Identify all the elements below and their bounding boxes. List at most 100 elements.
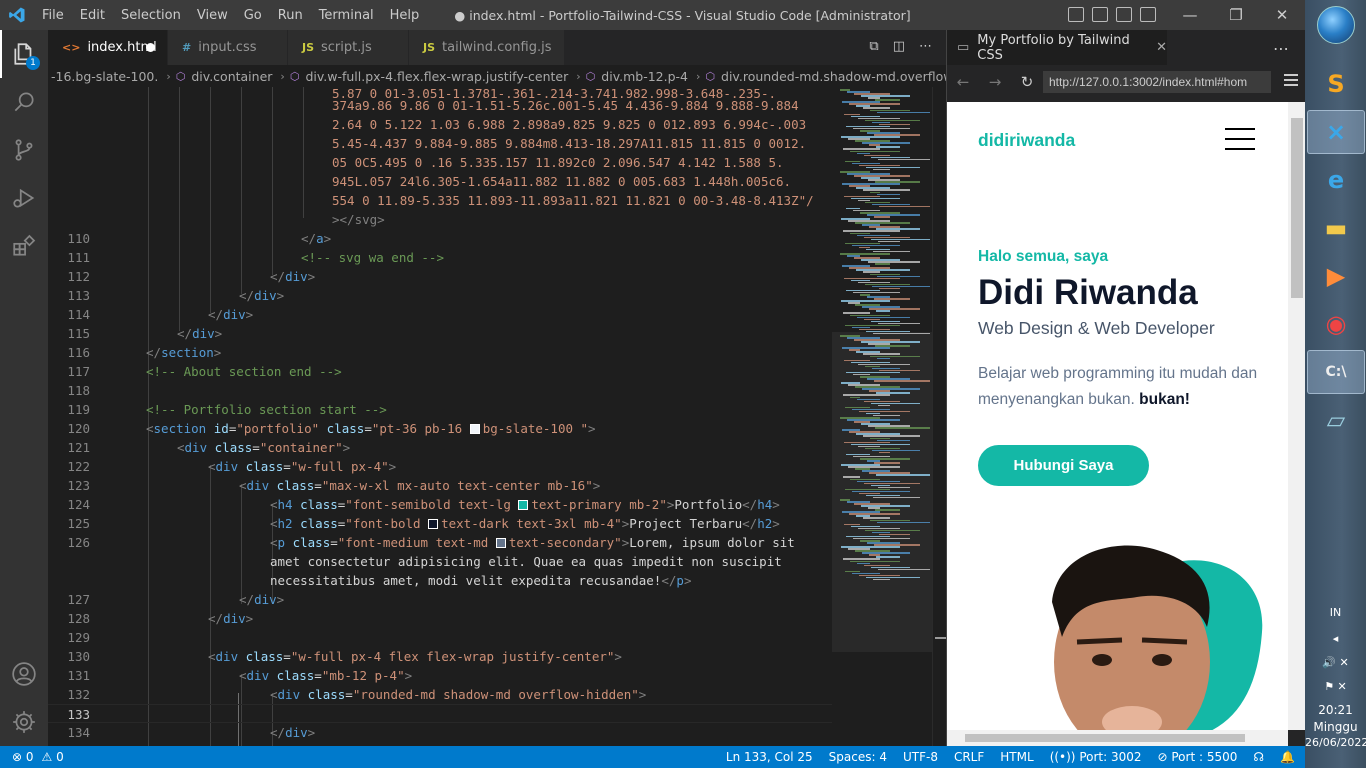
profile-photo (1052, 545, 1263, 730)
contact-button[interactable]: Hubungi Saya (978, 445, 1149, 486)
close-icon[interactable]: ✕ (1156, 40, 1167, 55)
errors-count[interactable]: ⊗ 0 (12, 750, 34, 764)
breadcrumb-item[interactable]: div.w-full.px-4.flex.flex-wrap.justify-c… (302, 69, 571, 84)
breadcrumb-item[interactable]: div.container (188, 69, 275, 84)
breadcrumb-item[interactable]: -16.bg-slate-100. (48, 69, 161, 84)
internet-explorer-icon[interactable]: e (1307, 158, 1365, 202)
port-status[interactable]: ((•)) Port: 3002 (1050, 750, 1142, 764)
code-text: ></svg> (332, 212, 385, 227)
current-line[interactable]: 133 (48, 704, 832, 723)
color-swatch[interactable] (518, 500, 529, 510)
indentation[interactable]: Spaces: 4 (829, 750, 887, 764)
menu-help[interactable]: Help (382, 8, 428, 23)
code-text: amet consectetur adipisicing elit. Quae … (270, 554, 782, 569)
tab-preview[interactable]: ▭ My Portfolio by Tailwind CSS ✕ (947, 30, 1167, 65)
menu-edit[interactable]: Edit (72, 8, 113, 23)
preview-scrollbar[interactable] (1288, 102, 1306, 730)
line-number: 133 (67, 707, 90, 722)
back-arrow-icon[interactable]: ← (947, 73, 979, 91)
volume-icon[interactable]: 🔊 ✕ (1305, 656, 1366, 669)
menu-file[interactable]: File (34, 8, 72, 23)
clock-time[interactable]: 20:21 (1305, 703, 1366, 717)
color-swatch[interactable] (495, 538, 506, 548)
more-actions-icon[interactable]: ⋯ (919, 39, 932, 54)
start-button[interactable] (1317, 6, 1355, 44)
live-server-status[interactable]: ⊘ Port : 5500 (1158, 750, 1238, 764)
refresh-icon[interactable]: ↻ (1011, 73, 1043, 91)
command-prompt-icon[interactable]: C:\ (1307, 350, 1365, 394)
cursor-position[interactable]: Ln 133, Col 25 (726, 750, 813, 764)
breadcrumb-item[interactable]: div.mb-12.p-4 (598, 69, 691, 84)
line-number: 110 (67, 231, 90, 246)
unsaved-dot-icon[interactable] (146, 43, 155, 52)
customize-layout-icon[interactable] (1140, 7, 1156, 22)
vscode-taskbar-icon[interactable]: ⨯ (1307, 110, 1365, 154)
line-number: 134 (67, 725, 90, 740)
run-debug-icon[interactable] (0, 174, 48, 222)
accounts-icon[interactable] (0, 650, 48, 698)
menu-icon[interactable] (1284, 74, 1298, 86)
minimize-button[interactable]: — (1167, 0, 1213, 30)
notes-app-icon[interactable]: ▱ (1307, 398, 1365, 442)
toggle-secondary-sidebar-icon[interactable] (1116, 7, 1132, 22)
hero-role: Web Design & Web Developer (978, 318, 1215, 338)
address-bar[interactable]: http://127.0.0.1:3002/index.html#hom (1043, 71, 1271, 93)
editor-tabs: <> index.html # input.css JS script.js J… (48, 30, 946, 65)
code-editor[interactable]: 5.87 0 01-3.051-1.3781-.361-.214-3.741.9… (48, 87, 832, 746)
preview-horizontal-scrollbar[interactable] (947, 730, 1288, 746)
line-number: 127 (67, 592, 90, 607)
broadcast-icon: ((•)) (1049, 750, 1080, 764)
show-hidden-icons-icon[interactable]: ◂ (1305, 632, 1366, 645)
menu-terminal[interactable]: Terminal (311, 8, 382, 23)
media-player-icon[interactable]: ▶ (1307, 254, 1365, 298)
minimap[interactable] (832, 87, 932, 746)
tab-input-css[interactable]: # input.css (168, 30, 288, 65)
editor-actions: ⧉ ◫ ⋯ (869, 39, 932, 54)
tab-script-js[interactable]: JS script.js (288, 30, 409, 65)
minimap-line (879, 287, 900, 290)
tab-tailwind-config-js[interactable]: JS tailwind.config.js (409, 30, 565, 65)
color-swatch[interactable] (428, 519, 439, 529)
explorer-icon[interactable]: 1 (0, 30, 48, 78)
chrome-icon[interactable]: ◉ (1307, 302, 1365, 346)
open-preview-icon[interactable]: ⧉ (869, 39, 878, 54)
menu-view[interactable]: View (189, 8, 236, 23)
hero-description: Belajar web programming itu mudah dan me… (978, 365, 1258, 408)
line-ending[interactable]: CRLF (954, 750, 984, 764)
line-number: 112 (67, 269, 90, 284)
language-mode[interactable]: HTML (1000, 750, 1033, 764)
network-icon[interactable]: ⚑ ✕ (1305, 680, 1366, 693)
split-editor-icon[interactable]: ◫ (893, 39, 905, 54)
encoding[interactable]: UTF-8 (903, 750, 938, 764)
more-actions-icon[interactable]: ⋯ (1273, 39, 1289, 58)
close-window-button[interactable]: ✕ (1259, 0, 1305, 30)
minimap-line (878, 158, 930, 161)
search-icon[interactable] (0, 78, 48, 126)
menu-go[interactable]: Go (236, 8, 270, 23)
color-swatch[interactable] (469, 424, 480, 434)
breadcrumb-item[interactable]: div.rounded-md.shadow-md.overflow-hidden (718, 69, 946, 84)
toggle-sidebar-icon[interactable] (1068, 7, 1084, 22)
toggle-panel-icon[interactable] (1092, 7, 1108, 22)
menu-run[interactable]: Run (270, 8, 311, 23)
hamburger-menu-icon[interactable] (1225, 128, 1255, 150)
sublime-text-icon[interactable]: S (1307, 62, 1365, 106)
html-file-icon: <> (62, 41, 81, 54)
site-brand[interactable]: didiriwanda (978, 130, 1075, 151)
notifications-bell-icon[interactable]: 🔔 (1280, 750, 1295, 764)
globe-icon: ▭ (957, 40, 970, 55)
forward-arrow-icon[interactable]: → (979, 73, 1011, 91)
line-number: 119 (67, 402, 90, 417)
feedback-icon[interactable]: ☊ (1253, 750, 1264, 764)
settings-gear-icon[interactable] (0, 698, 48, 746)
line-number: 116 (67, 345, 90, 360)
warnings-count[interactable]: ⚠ 0 (42, 750, 64, 764)
language-indicator[interactable]: IN (1305, 606, 1366, 619)
restore-button[interactable]: ❐ (1213, 0, 1259, 30)
file-explorer-icon[interactable]: ▬ (1307, 206, 1365, 250)
editor-scrollbar[interactable] (932, 87, 947, 746)
menu-selection[interactable]: Selection (113, 8, 189, 23)
extensions-icon[interactable] (0, 222, 48, 270)
tab-index-html[interactable]: <> index.html (48, 30, 168, 65)
source-control-icon[interactable] (0, 126, 48, 174)
